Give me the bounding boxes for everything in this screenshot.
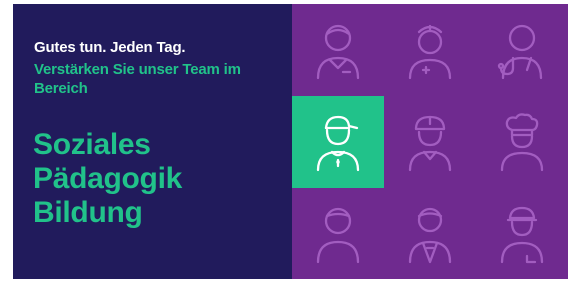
area-pedagogy: Pädagogik (33, 162, 182, 195)
person-nurse-icon (384, 4, 476, 96)
person-office-icon (292, 4, 384, 96)
text-panel: Gutes tun. Jeden Tag. Verstärken Sie uns… (13, 4, 292, 279)
area-social: Soziales (33, 128, 151, 161)
person-suit-icon (384, 188, 476, 279)
headline: Soziales Pädagogik Bildung (33, 128, 182, 230)
person-hardhat-icon (384, 96, 476, 188)
person-cap-icon (292, 96, 384, 188)
area-education: Bildung (33, 196, 143, 229)
subline: Verstärken Sie unser Team im Bereich (34, 61, 241, 97)
person-plain-icon (292, 188, 384, 279)
person-chef-icon (476, 96, 568, 188)
job-ad-banner: Gutes tun. Jeden Tag. Verstärken Sie uns… (13, 4, 568, 279)
icon-grid (292, 4, 568, 279)
tagline: Gutes tun. Jeden Tag. (34, 39, 186, 56)
person-doctor-stethoscope-icon (476, 4, 568, 96)
person-mechanic-icon (476, 188, 568, 279)
